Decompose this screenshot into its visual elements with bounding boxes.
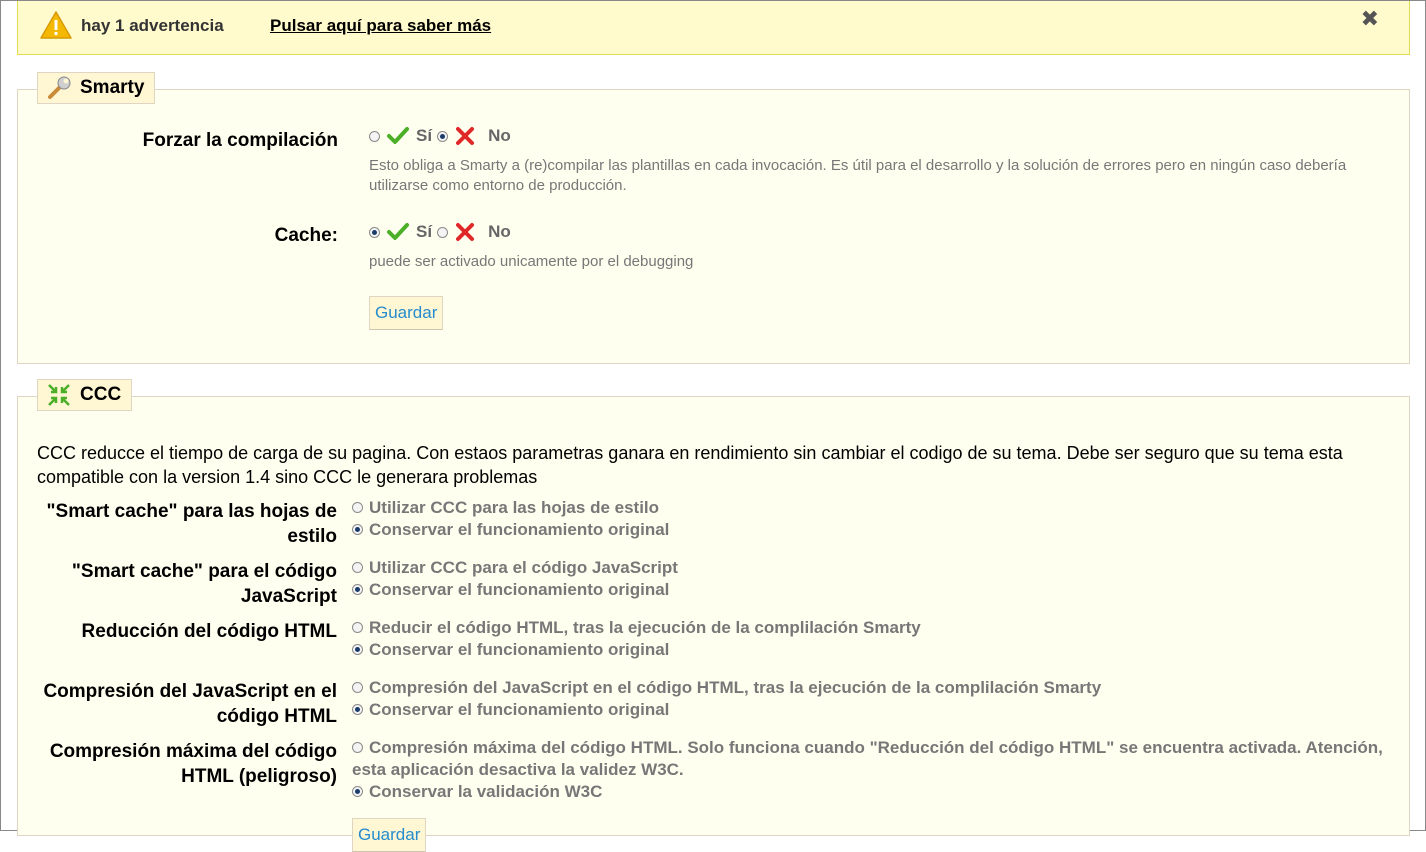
- option-label: Conservar el funcionamiento original: [369, 580, 670, 599]
- smart-cache-css-option-ccc[interactable]: Utilizar CCC para las hojas de estilo: [352, 497, 659, 519]
- option-label: Utilizar CCC para las hojas de estilo: [369, 498, 660, 517]
- cache-yes-radio[interactable]: [369, 226, 380, 238]
- close-icon[interactable]: ✖: [1361, 6, 1379, 32]
- html-reduction-option-reduce[interactable]: Reducir el código HTML, tras la ejecució…: [352, 617, 921, 639]
- option-label: Reducir el código HTML, tras la ejecució…: [369, 618, 921, 637]
- warning-triangle-icon: [40, 11, 72, 39]
- max-compression-option-compress[interactable]: Compresión máxima del código HTML. Solo …: [352, 737, 1392, 781]
- check-icon: [387, 127, 409, 144]
- max-compression-label: Compresión máxima del código HTML (pelig…: [49, 741, 337, 787]
- cache-no-label: No: [488, 222, 511, 241]
- ccc-legend: CCC: [37, 379, 133, 411]
- max-compression-option-w3c[interactable]: Conservar la validación W3C: [352, 781, 602, 803]
- smart-cache-css-label: "Smart cache" para las hojas de estilo: [46, 501, 337, 547]
- option-label: Conservar el funcionamiento original: [369, 700, 670, 719]
- html-reduction-reduce-radio[interactable]: [352, 622, 363, 634]
- smarty-panel: Smarty Forzar la compilación Sí No Esto …: [17, 72, 1410, 364]
- force-compile-options: Sí No: [369, 126, 516, 146]
- force-compile-yes-label: Sí: [416, 126, 433, 145]
- force-compile-label: Forzar la compilación: [142, 130, 338, 151]
- option-label: Conservar el funcionamiento original: [369, 640, 670, 659]
- smart-cache-css-ccc-radio[interactable]: [352, 502, 363, 514]
- cache-yes-label: Sí: [416, 222, 433, 241]
- html-reduction-option-original[interactable]: Conservar el funcionamiento original: [352, 639, 669, 661]
- force-compile-yes-radio[interactable]: [369, 130, 380, 142]
- smart-cache-js-option-original[interactable]: Conservar el funcionamiento original: [352, 579, 669, 601]
- smart-cache-css-option-original[interactable]: Conservar el funcionamiento original: [352, 519, 669, 541]
- html-reduction-label: Reducción del código HTML: [81, 621, 337, 642]
- smarty-save-button[interactable]: Guardar: [369, 296, 444, 330]
- cross-icon: [456, 127, 475, 145]
- option-label: Compresión del JavaScript en el código H…: [369, 678, 1102, 697]
- option-label: Compresión máxima del código HTML. Solo …: [352, 738, 1383, 779]
- check-icon: [387, 223, 409, 240]
- cache-label: Cache:: [274, 225, 338, 246]
- smart-cache-js-label: "Smart cache" para el código JavaScript: [71, 561, 337, 607]
- js-compression-option-original[interactable]: Conservar el funcionamiento original: [352, 699, 669, 721]
- js-compression-original-radio[interactable]: [352, 704, 363, 716]
- force-compile-help: Esto obliga a Smarty a (re)compilar las …: [369, 157, 1347, 194]
- option-label: Conservar la validación W3C: [369, 782, 603, 801]
- html-reduction-original-radio[interactable]: [352, 644, 363, 656]
- js-compression-compress-radio[interactable]: [352, 682, 363, 694]
- option-label: Conservar el funcionamiento original: [369, 520, 670, 539]
- warning-bar: hay 1 advertencia Pulsar aquí para saber…: [17, 1, 1410, 55]
- force-compile-no-radio[interactable]: [437, 130, 449, 142]
- smarty-title: Smarty: [80, 77, 145, 98]
- wrench-icon: [48, 76, 71, 99]
- force-compile-no-label: No: [488, 126, 511, 145]
- cache-options: Sí No: [369, 222, 516, 242]
- smart-cache-js-original-radio[interactable]: [352, 584, 363, 596]
- smart-cache-css-original-radio[interactable]: [352, 524, 363, 536]
- smart-cache-js-ccc-radio[interactable]: [352, 562, 363, 574]
- ccc-intro: CCC reducce el tiempo de carga de su pag…: [37, 443, 1343, 487]
- js-compression-label: Compresión del JavaScript en el código H…: [43, 681, 337, 727]
- max-compression-w3c-radio[interactable]: [352, 786, 363, 798]
- js-compression-option-compress[interactable]: Compresión del JavaScript en el código H…: [352, 677, 1101, 699]
- option-label: Utilizar CCC para el código JavaScript: [369, 558, 678, 577]
- cache-no-radio[interactable]: [437, 226, 449, 238]
- max-compression-compress-radio[interactable]: [352, 742, 363, 754]
- warning-count: hay 1 advertencia: [81, 16, 224, 35]
- warning-more-link[interactable]: Pulsar aquí para saber más: [270, 16, 491, 36]
- compress-arrows-icon: [48, 384, 70, 406]
- ccc-save-button[interactable]: Guardar: [352, 818, 427, 852]
- cross-icon: [456, 223, 475, 241]
- cache-help: puede ser activado unicamente por el deb…: [369, 253, 694, 270]
- smart-cache-js-option-ccc[interactable]: Utilizar CCC para el código JavaScript: [352, 557, 678, 579]
- smarty-legend: Smarty: [37, 72, 156, 104]
- ccc-title: CCC: [80, 384, 122, 405]
